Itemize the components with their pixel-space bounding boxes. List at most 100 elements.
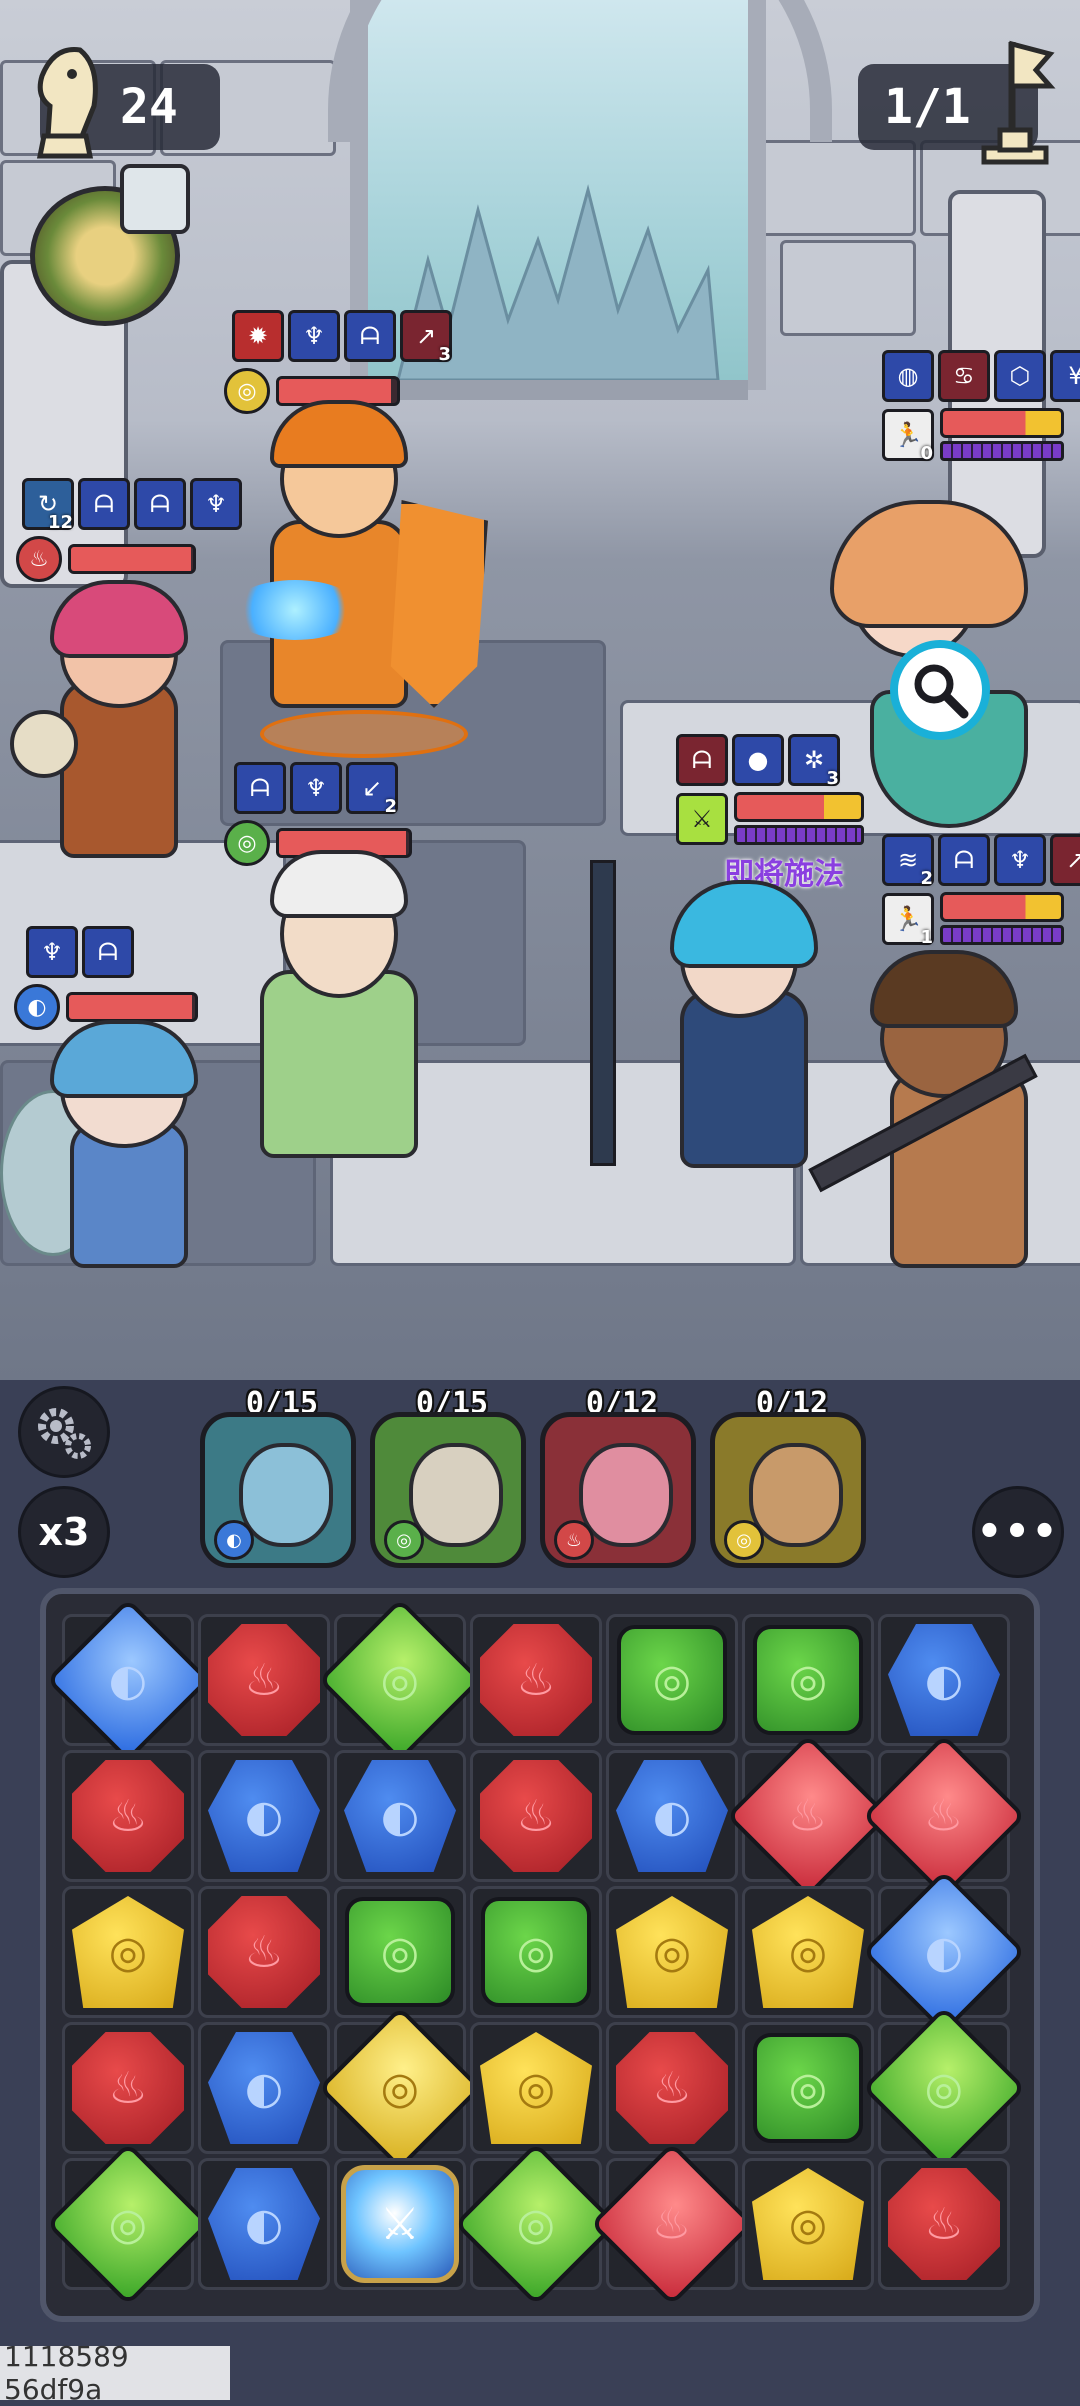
board-cell[interactable]: ◎ xyxy=(742,2022,874,2154)
red-gem[interactable]: ♨ xyxy=(888,2168,1000,2280)
red-gem[interactable]: ♨ xyxy=(616,2032,728,2144)
yellow-gem[interactable]: ◎ xyxy=(72,1896,184,2008)
magnifier-icon[interactable] xyxy=(890,640,990,740)
board-cell[interactable]: ◎ xyxy=(45,2141,211,2307)
board-cell[interactable]: ◐ xyxy=(878,1614,1010,1746)
board-cell[interactable]: ◎ xyxy=(470,2022,602,2154)
crab-buff-icon[interactable]: ♋ xyxy=(938,350,990,402)
claw-buff-icon[interactable]: ᗩ xyxy=(344,310,396,362)
board-cell[interactable]: ◎ xyxy=(62,1886,194,2018)
yellow-gem[interactable]: ◎ xyxy=(752,2168,864,2280)
blue-gem[interactable]: ◐ xyxy=(208,2032,320,2144)
red-gem-charged[interactable]: ♨ xyxy=(589,2141,755,2307)
board-cell[interactable]: ◎ xyxy=(861,2005,1027,2171)
board-cell[interactable]: ◐ xyxy=(334,1750,466,1882)
wing-buff-icon[interactable]: ¥ xyxy=(1050,350,1080,402)
board-cell[interactable]: ◎ xyxy=(334,1886,466,2018)
board-cell[interactable]: ♨ xyxy=(470,1614,602,1746)
green-gem-charged[interactable]: ◎ xyxy=(317,1597,483,1763)
board-cell[interactable]: ◐ xyxy=(861,1869,1027,2035)
sword-gem[interactable]: ⚔ xyxy=(341,2165,459,2283)
hero-portrait-sage[interactable]: ◎ xyxy=(370,1412,534,1576)
board-cell[interactable]: ♨ xyxy=(198,1886,330,2018)
ally-engineer[interactable] xyxy=(10,570,230,860)
more-button[interactable]: ••• xyxy=(972,1486,1064,1578)
blue-gem[interactable]: ◐ xyxy=(888,1624,1000,1736)
board-cell[interactable]: ◐ xyxy=(606,1750,738,1882)
green-gem-charged[interactable]: ◎ xyxy=(453,2141,619,2307)
ally-sage[interactable] xyxy=(220,850,460,1160)
ally-warrior[interactable] xyxy=(230,400,490,758)
shield-buff-icon[interactable]: ⬡ xyxy=(994,350,1046,402)
board-cell[interactable]: ◐ xyxy=(198,1750,330,1882)
board-cell[interactable]: ♨ xyxy=(589,2141,755,2307)
red-gem[interactable]: ♨ xyxy=(72,2032,184,2144)
spirit-buff-icon[interactable]: ♆ xyxy=(994,834,1046,886)
leader-avatar[interactable] xyxy=(120,164,190,234)
yellow-gem[interactable]: ◎ xyxy=(752,1896,864,2008)
claw-buff-icon[interactable]: ᗩ xyxy=(676,734,728,786)
claw-buff-icon[interactable]: ᗩ xyxy=(938,834,990,886)
red-gem[interactable]: ♨ xyxy=(480,1760,592,1872)
board-cell[interactable]: ◎ xyxy=(606,1886,738,2018)
board-cell[interactable]: ◎ xyxy=(453,2141,619,2307)
spirit-buff-icon[interactable]: ♆ xyxy=(288,310,340,362)
blue-gem-charged[interactable]: ◐ xyxy=(861,1869,1027,2035)
board-cell[interactable]: ◎ xyxy=(742,2158,874,2290)
board-cell[interactable]: ◎ xyxy=(317,2005,483,2171)
board-cell[interactable]: ◐ xyxy=(45,1597,211,1763)
blue-gem[interactable]: ◐ xyxy=(616,1760,728,1872)
hero-portrait-fairy[interactable]: ◐ xyxy=(200,1412,364,1576)
yellow-gem[interactable]: ◎ xyxy=(616,1896,728,2008)
fire-buff-icon[interactable]: ✹ xyxy=(232,310,284,362)
strike-buff-icon[interactable]: ↗ xyxy=(1050,834,1080,886)
spirit-buff-icon[interactable]: ♆ xyxy=(290,762,342,814)
claw-buff-icon[interactable]: ᗩ xyxy=(82,926,134,978)
board-cell[interactable]: ◎ xyxy=(317,1597,483,1763)
board-cell[interactable]: ♨ xyxy=(606,2022,738,2154)
speed-button[interactable]: x3 xyxy=(18,1486,110,1578)
red-gem[interactable]: ♨ xyxy=(480,1624,592,1736)
hero-portrait-warrior[interactable]: ◎ xyxy=(710,1412,874,1576)
blade-buff-icon[interactable]: ↙ 2 xyxy=(346,762,398,817)
board-cell[interactable]: ◎ xyxy=(606,1614,738,1746)
ally-fairy[interactable] xyxy=(0,1010,240,1270)
board-cell[interactable]: ◐ xyxy=(198,2022,330,2154)
red-gem-charged[interactable]: ♨ xyxy=(725,1733,891,1899)
green-gem[interactable]: ◎ xyxy=(753,1625,863,1735)
cycle-buff-icon[interactable]: ↻ 12 xyxy=(22,478,74,533)
board-cell[interactable]: ♨ xyxy=(62,1750,194,1882)
board-cell[interactable]: ♨ xyxy=(62,2022,194,2154)
claw-buff-icon[interactable]: ᗩ xyxy=(134,478,186,530)
green-gem-charged[interactable]: ◎ xyxy=(45,2141,211,2307)
swirl-buff-icon[interactable]: ≋ 2 xyxy=(882,834,934,889)
board-cell[interactable]: ◎ xyxy=(742,1886,874,2018)
drop-buff-icon[interactable]: ● xyxy=(732,734,784,786)
board-cell[interactable]: ♨ xyxy=(198,1614,330,1746)
board-cell[interactable]: ♨ xyxy=(470,1750,602,1882)
blue-gem[interactable]: ◐ xyxy=(208,1760,320,1872)
board-cell[interactable]: ◎ xyxy=(470,1886,602,2018)
spirit-buff-icon[interactable]: ♆ xyxy=(190,478,242,530)
board-cell[interactable]: ◐ xyxy=(198,2158,330,2290)
green-gem[interactable]: ◎ xyxy=(345,1897,455,2007)
red-gem[interactable]: ♨ xyxy=(72,1760,184,1872)
claw-buff-icon[interactable]: ᗩ xyxy=(78,478,130,530)
red-gem[interactable]: ♨ xyxy=(208,1624,320,1736)
blue-gem[interactable]: ◐ xyxy=(208,2168,320,2280)
red-gem[interactable]: ♨ xyxy=(208,1896,320,2008)
board-cell[interactable]: ♨ xyxy=(878,2158,1010,2290)
gear-buff-icon[interactable]: ✲ 3 xyxy=(788,734,840,789)
blue-gem-charged[interactable]: ◐ xyxy=(45,1597,211,1763)
yellow-gem[interactable]: ◎ xyxy=(480,2032,592,2144)
hero-portrait-engineer[interactable]: ♨ xyxy=(540,1412,704,1576)
yellow-gem-charged[interactable]: ◎ xyxy=(317,2005,483,2171)
board-cell[interactable]: ♨ xyxy=(861,1733,1027,1899)
settings-button[interactable] xyxy=(18,1386,110,1478)
green-gem[interactable]: ◎ xyxy=(481,1897,591,2007)
green-gem[interactable]: ◎ xyxy=(753,2033,863,2143)
red-gem-charged[interactable]: ♨ xyxy=(861,1733,1027,1899)
green-gem[interactable]: ◎ xyxy=(617,1625,727,1735)
enemy-barbarian[interactable] xyxy=(800,950,1070,1280)
board-cell[interactable]: ◎ xyxy=(742,1614,874,1746)
